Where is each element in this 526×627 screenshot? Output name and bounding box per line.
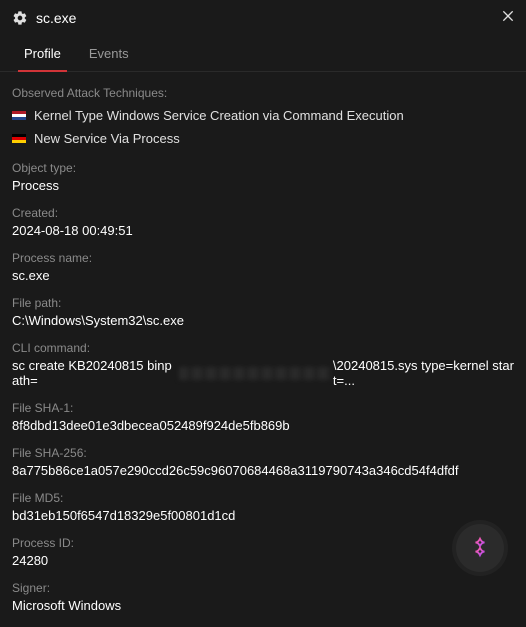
field-label: Object type: [12,161,514,175]
field-value: Process [12,178,514,193]
tabs: Profile Events [0,36,526,72]
field-label: Process name: [12,251,514,265]
field-file-sha1: File SHA-1: 8f8dbd13dee01e3dbecea052489f… [12,401,514,433]
field-value: 8a775b86ce1a057e290ccd26c59c96070684468a… [12,463,514,478]
field-signer: Signer: Microsoft Windows [12,581,514,613]
field-label: File SHA-1: [12,401,514,415]
field-value: sc create KB20240815 binpath= \20240815.… [12,358,514,388]
field-file-sha256: File SHA-256: 8a775b86ce1a057e290ccd26c5… [12,446,514,478]
field-label: Signer: [12,581,514,595]
field-cli-command: CLI command: sc create KB20240815 binpat… [12,341,514,388]
field-value: 24280 [12,553,514,568]
field-created: Created: 2024-08-18 00:49:51 [12,206,514,238]
cli-prefix: sc create KB20240815 binpath= [12,358,177,388]
field-process-name: Process name: sc.exe [12,251,514,283]
field-label: Process ID: [12,536,514,550]
flag-icon [12,134,26,143]
tab-profile[interactable]: Profile [10,36,75,71]
field-value: 8f8dbd13dee01e3dbecea052489f924de5fb869b [12,418,514,433]
profile-content: Observed Attack Techniques: Kernel Type … [0,72,526,627]
tab-events[interactable]: Events [75,36,143,71]
field-value: bd31eb150f6547d18329e5f00801d1cd [12,508,514,523]
field-process-id: Process ID: 24280 [12,536,514,568]
field-label: File MD5: [12,491,514,505]
observed-attack-techniques-label: Observed Attack Techniques: [12,86,514,100]
redacted-segment [179,367,331,380]
field-value: C:\Windows\System32\sc.exe [12,313,514,328]
field-file-path: File path: C:\Windows\System32\sc.exe [12,296,514,328]
cli-suffix: \20240815.sys type=kernel start=... [333,358,514,388]
technique-row[interactable]: Kernel Type Windows Service Creation via… [12,106,514,125]
assistant-fab[interactable] [456,524,504,572]
field-label: Created: [12,206,514,220]
close-icon[interactable] [500,8,516,24]
field-label: CLI command: [12,341,514,355]
field-value: sc.exe [12,268,514,283]
field-file-md5: File MD5: bd31eb150f6547d18329e5f00801d1… [12,491,514,523]
flag-icon [12,111,26,120]
field-label: File path: [12,296,514,310]
gear-icon [12,10,28,26]
field-value: Microsoft Windows [12,598,514,613]
field-object-type: Object type: Process [12,161,514,193]
window-title: sc.exe [36,10,76,26]
technique-label: New Service Via Process [34,131,180,146]
field-label: File SHA-256: [12,446,514,460]
field-value: 2024-08-18 00:49:51 [12,223,514,238]
copilot-icon [469,536,491,561]
technique-label: Kernel Type Windows Service Creation via… [34,108,404,123]
technique-row[interactable]: New Service Via Process [12,129,514,148]
header: sc.exe [0,0,526,36]
